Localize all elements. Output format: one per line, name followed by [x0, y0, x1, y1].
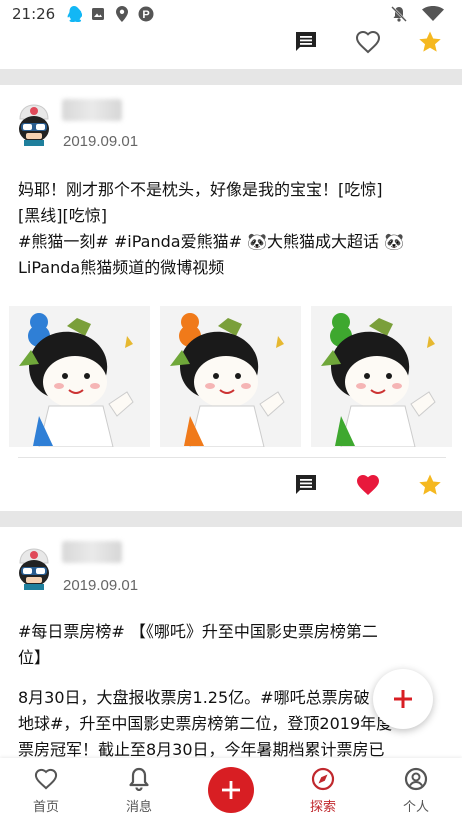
like-outline-icon[interactable]: [354, 28, 382, 56]
post-date: 2019.09.01: [63, 133, 139, 150]
post-text-line: #熊猫一刻# #iPanda爱熊猫# 🐼大熊猫成大超话 🐼: [18, 232, 405, 251]
post-text-line: 位】: [18, 648, 51, 667]
bell-icon: [126, 766, 152, 792]
post-text-line: [黑线][吃惊]: [18, 206, 107, 225]
post-card[interactable]: 2019.09.01 妈耶！刚才那个不是枕头，好像是我的宝宝！[吃惊] [黑线]…: [0, 85, 462, 511]
nav-item-explore[interactable]: 探索: [288, 766, 358, 815]
compose-button[interactable]: [208, 767, 254, 813]
location-icon: [113, 5, 131, 23]
nav-label: 首页: [32, 800, 59, 815]
post-text-line: 票房冠军！截止至8月30日，今年暑期档累计票房已: [18, 740, 385, 758]
svg-text:P: P: [143, 9, 150, 21]
star-icon[interactable]: [416, 28, 444, 56]
floating-add-button[interactable]: [373, 669, 433, 729]
previous-post-actions: [0, 22, 462, 62]
compass-icon: [310, 766, 336, 792]
nav-label: 探索: [309, 800, 336, 815]
plus-icon: [394, 690, 412, 708]
bottom-nav: 首页 消息 探索 个人: [0, 758, 462, 820]
avatar[interactable]: [14, 547, 54, 591]
nav-item-home[interactable]: 首页: [11, 766, 81, 815]
nav-item-messages[interactable]: 消息: [104, 766, 174, 815]
username[interactable]: [62, 99, 122, 121]
like-filled-icon[interactable]: [354, 471, 382, 499]
nav-item-profile[interactable]: 个人: [381, 766, 451, 815]
avatar[interactable]: [14, 103, 54, 147]
comment-icon[interactable]: [292, 28, 320, 56]
post-separator: [18, 457, 446, 458]
post-text[interactable]: 妈耶！刚才那个不是枕头，好像是我的宝宝！[吃惊] [黑线][吃惊] #熊猫一刻#…: [18, 177, 448, 281]
nav-label: 个人: [402, 800, 429, 815]
post-text-line: 妈耶！刚才那个不是枕头，好像是我的宝宝！[吃惊]: [18, 180, 383, 199]
post-image-grid: [9, 306, 452, 447]
post-date: 2019.09.01: [63, 577, 139, 594]
section-divider: [0, 511, 462, 527]
person-icon: [403, 766, 429, 792]
p-icon: P: [137, 5, 155, 23]
section-divider: [0, 69, 462, 85]
heart-icon: [33, 766, 59, 792]
username[interactable]: [62, 541, 122, 563]
post-text-line: LiPanda熊猫频道的微博视频: [18, 258, 225, 277]
qq-icon: [65, 5, 83, 23]
post-image[interactable]: [311, 306, 452, 447]
post-image[interactable]: [9, 306, 150, 447]
status-time: 21:26: [12, 5, 56, 23]
post-image[interactable]: [160, 306, 301, 447]
wifi-icon: [422, 5, 444, 23]
post-text-line: #每日票房榜# 【《哪吒》升至中国影史票房榜第二: [18, 622, 378, 641]
comment-icon[interactable]: [292, 471, 320, 499]
nav-label: 消息: [125, 800, 152, 815]
star-icon[interactable]: [416, 471, 444, 499]
mute-icon: [390, 5, 408, 23]
plus-icon: [222, 781, 240, 799]
image-icon: [89, 5, 107, 23]
post-actions: [0, 465, 462, 505]
